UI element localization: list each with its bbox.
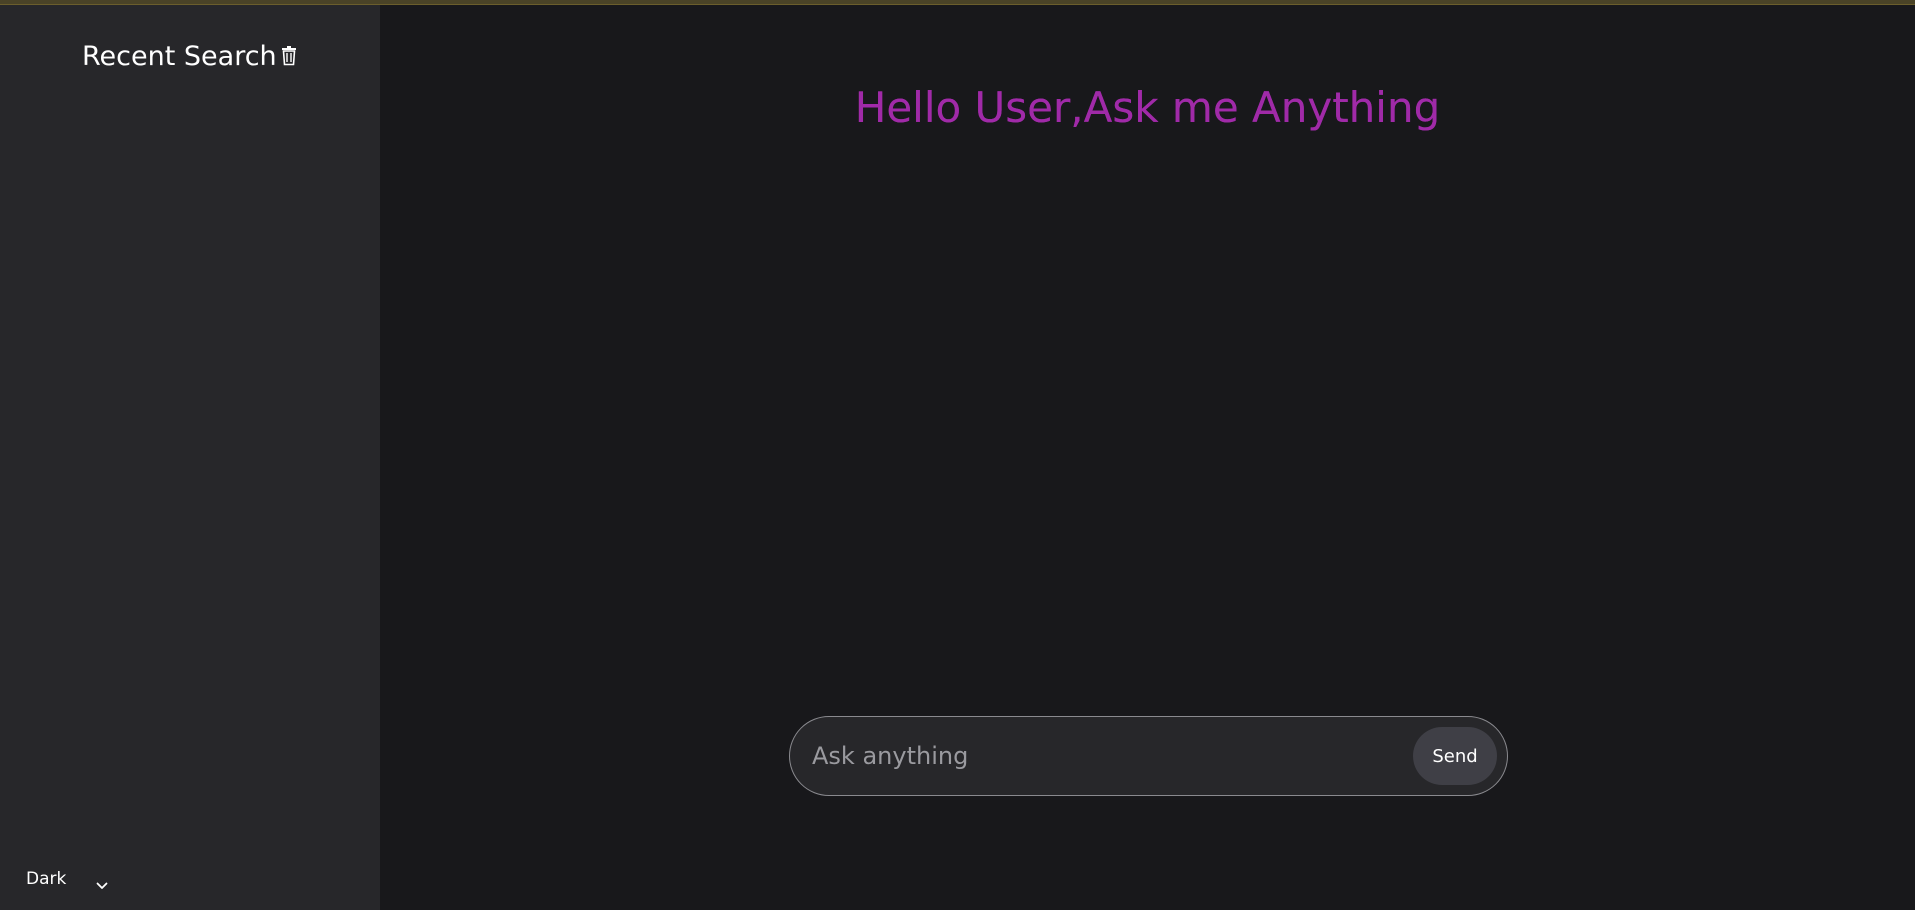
chat-main: Hello User,Ask me Anything Send	[380, 5, 1915, 910]
trash-icon[interactable]	[281, 42, 297, 65]
recent-search-header: Recent Search	[82, 41, 297, 72]
recent-search-title: Recent Search	[82, 41, 277, 72]
greeting-heading: Hello User,Ask me Anything	[380, 83, 1915, 132]
sidebar: Recent Search Dark	[0, 5, 380, 910]
chevron-down-icon	[96, 875, 108, 889]
send-button[interactable]: Send	[1413, 727, 1497, 785]
chat-input-bar: Send	[789, 716, 1508, 796]
theme-select-value: Dark	[26, 869, 67, 889]
theme-select[interactable]: Dark	[18, 865, 116, 893]
ask-input[interactable]	[810, 741, 1413, 771]
